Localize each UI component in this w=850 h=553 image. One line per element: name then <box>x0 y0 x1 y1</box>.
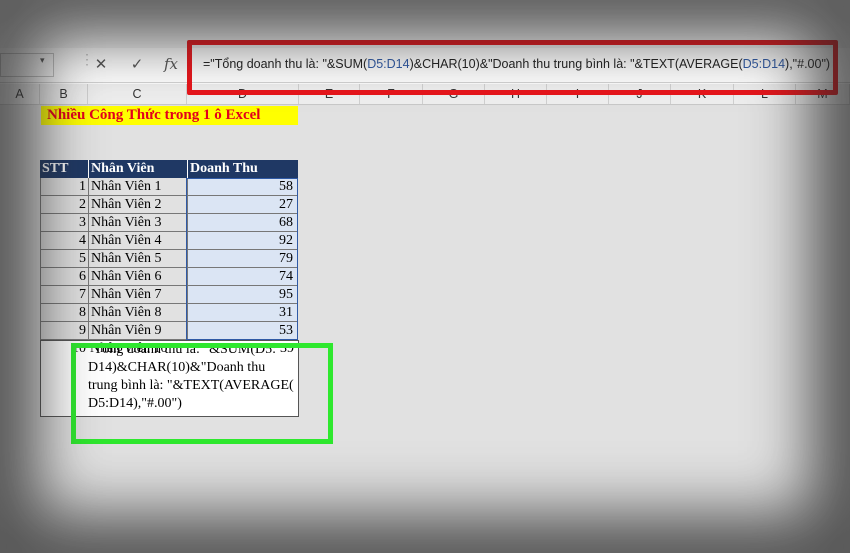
stt-cell[interactable]: 9 <box>40 322 88 340</box>
selection-range <box>186 178 298 340</box>
name-cell[interactable]: Nhân Viên 7 <box>88 286 187 304</box>
header-revenue[interactable]: Doanh Thu <box>187 160 298 178</box>
enter-icon[interactable]: ✓ <box>126 54 148 74</box>
header-name[interactable]: Nhân Viên <box>88 160 187 178</box>
grid-column-line <box>299 105 300 553</box>
name-cell[interactable]: Nhân Viên 4 <box>88 232 187 250</box>
formula-highlight-box <box>187 40 838 95</box>
name-box[interactable] <box>0 53 54 77</box>
cell-highlight-box <box>71 343 333 444</box>
name-cell[interactable]: Nhân Viên 3 <box>88 214 187 232</box>
grid-column-line <box>734 105 735 553</box>
column-header-c[interactable]: C <box>88 84 187 104</box>
stt-cell[interactable]: 6 <box>40 268 88 286</box>
grid-column-line <box>671 105 672 553</box>
grid-column-line <box>609 105 610 553</box>
stt-cell[interactable]: 1 <box>40 178 88 196</box>
formula-bar-grip: ⋮ <box>80 52 94 78</box>
grid-column-line <box>360 105 361 553</box>
sheet-title-cell[interactable]: Nhiều Công Thức trong 1 ô Excel <box>41 106 298 125</box>
grid-column-line <box>485 105 486 553</box>
name-cell[interactable]: Nhân Viên 9 <box>88 322 187 340</box>
name-cell[interactable]: Nhân Viên 1 <box>88 178 187 196</box>
header-stt[interactable]: STT <box>40 160 88 178</box>
stt-cell[interactable]: 2 <box>40 196 88 214</box>
cancel-icon[interactable]: ✕ <box>90 54 112 74</box>
stt-cell[interactable]: 5 <box>40 250 88 268</box>
stt-cell[interactable]: 3 <box>40 214 88 232</box>
grid-column-line <box>547 105 548 553</box>
stt-cell[interactable]: 8 <box>40 304 88 322</box>
grid-column-line <box>423 105 424 553</box>
name-cell[interactable]: Nhân Viên 8 <box>88 304 187 322</box>
name-cell[interactable]: Nhân Viên 2 <box>88 196 187 214</box>
column-header-a[interactable]: A <box>0 84 40 104</box>
chevron-down-icon[interactable]: ▾ <box>40 56 45 66</box>
name-cell[interactable]: Nhân Viên 6 <box>88 268 187 286</box>
stt-cell[interactable]: 4 <box>40 232 88 250</box>
grid-column-line <box>796 105 797 553</box>
insert-function-button[interactable]: fx <box>160 54 182 74</box>
name-cell[interactable]: Nhân Viên 5 <box>88 250 187 268</box>
column-header-b[interactable]: B <box>40 84 88 104</box>
stt-cell[interactable]: 7 <box>40 286 88 304</box>
